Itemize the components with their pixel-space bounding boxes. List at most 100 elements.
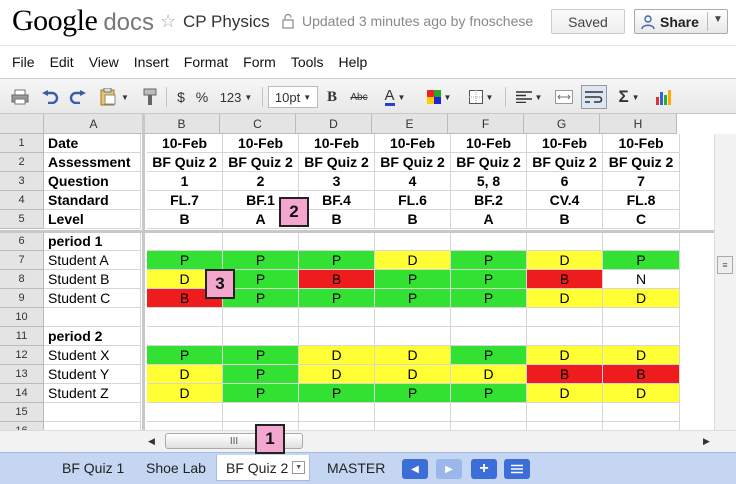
grade-cell[interactable]: P [451,346,527,365]
row-header-11[interactable]: 11 [0,327,44,346]
grade-cell[interactable]: D [375,251,451,270]
grade-cell[interactable] [451,327,527,346]
grade-cell[interactable]: P [375,270,451,289]
grade-cell[interactable]: D [603,346,680,365]
undo-icon[interactable] [38,79,62,115]
saved-button[interactable]: Saved [551,9,625,34]
row-header-12[interactable]: 12 [0,346,44,365]
row-label-cell[interactable]: Student A [44,251,141,270]
row-header-13[interactable]: 13 [0,365,44,384]
grade-cell[interactable]: D [375,365,451,384]
vertical-scrollbar[interactable] [714,134,736,430]
grade-cell[interactable] [527,232,603,251]
grade-cell[interactable]: B [299,210,375,229]
row-header-5[interactable]: 5 [0,210,44,229]
row-header-10[interactable]: 10 [0,308,44,327]
grade-cell[interactable]: D [527,289,603,308]
grade-cell[interactable]: BF Quiz 2 [299,153,375,172]
share-button[interactable]: Share ▼ [634,9,728,34]
grade-cell[interactable]: 10-Feb [147,134,223,153]
grade-cell[interactable]: BF Quiz 2 [147,153,223,172]
menu-tools[interactable]: Tools [291,54,324,70]
grade-cell[interactable]: P [223,365,299,384]
column-header-f[interactable]: F [448,114,524,134]
grade-cell[interactable]: BF Quiz 2 [451,153,527,172]
grade-cell[interactable] [527,403,603,422]
column-header-g[interactable]: G [524,114,600,134]
menu-view[interactable]: View [89,54,119,70]
grade-cell[interactable] [223,308,299,327]
grade-cell[interactable]: FL.8 [603,191,680,210]
row-header-15[interactable]: 15 [0,403,44,422]
grade-cell[interactable]: D [603,289,680,308]
grade-cell[interactable]: D [299,346,375,365]
grade-cell[interactable]: B [527,210,603,229]
row-label-cell[interactable]: Student Y [44,365,141,384]
grade-cell[interactable] [375,422,451,430]
fill-color-button[interactable]: ▼ [422,79,456,115]
row-label-cell[interactable]: period 2 [44,327,141,346]
tab-bf-quiz-2[interactable]: BF Quiz 2 ▼ [216,455,311,481]
row-header-8[interactable]: 8 [0,270,44,289]
row-label-cell[interactable]: Student B [44,270,141,289]
chart-icon[interactable] [652,79,676,115]
grade-cell[interactable]: P [223,346,299,365]
menu-file[interactable]: File [12,54,35,70]
grade-cell[interactable]: BF.2 [451,191,527,210]
row-header-3[interactable]: 3 [0,172,44,191]
google-docs-logo[interactable]: Google docs [12,4,154,38]
number-format-button[interactable]: 123 ▼ [216,79,256,115]
currency-button[interactable]: $ [172,79,190,115]
grade-cell[interactable]: P [451,289,527,308]
grade-cell[interactable] [223,403,299,422]
paint-format-icon[interactable] [138,79,162,115]
grade-cell[interactable]: B [375,210,451,229]
grade-cell[interactable]: 10-Feb [375,134,451,153]
row-header-14[interactable]: 14 [0,384,44,403]
row-label-cell[interactable]: period 1 [44,232,141,251]
column-header-h[interactable]: H [600,114,677,134]
grade-cell[interactable]: BF Quiz 2 [527,153,603,172]
grade-cell[interactable]: D [451,365,527,384]
grade-cell[interactable]: D [527,346,603,365]
font-size-select[interactable]: 10pt ▼ [268,86,318,108]
grade-cell[interactable] [603,403,680,422]
text-color-button[interactable]: A ▼ [378,79,412,115]
menu-edit[interactable]: Edit [50,54,74,70]
grade-cell[interactable]: D [147,384,223,403]
grade-cell[interactable] [603,232,680,251]
grade-cell[interactable] [223,232,299,251]
menu-insert[interactable]: Insert [134,54,169,70]
star-icon[interactable]: ☆ [160,11,176,32]
grade-cell[interactable]: P [451,384,527,403]
grade-cell[interactable] [603,308,680,327]
column-header-c[interactable]: C [220,114,296,134]
row-label-cell[interactable]: Date [44,134,141,153]
row-header-16[interactable]: 16 [0,422,44,430]
grade-cell[interactable]: D [299,365,375,384]
row-header-4[interactable]: 4 [0,191,44,210]
paste-format-icon[interactable]: ▼ [96,79,132,115]
grade-cell[interactable] [451,403,527,422]
grade-cell[interactable] [299,422,375,430]
grade-cell[interactable]: P [603,251,680,270]
grade-cell[interactable] [299,403,375,422]
wrap-text-button[interactable] [581,85,607,109]
row-label-cell[interactable]: Assessment [44,153,141,172]
horizontal-scrollbar[interactable] [0,430,736,452]
share-dropdown-icon[interactable]: ▼ [713,14,723,25]
align-button[interactable]: ▼ [512,79,546,115]
scroll-right-arrow-icon[interactable]: ▶ [703,436,710,447]
grade-cell[interactable]: BF Quiz 2 [223,153,299,172]
grade-cell[interactable]: P [147,346,223,365]
document-title[interactable]: CP Physics [183,12,270,32]
grade-cell[interactable]: P [223,251,299,270]
grade-cell[interactable]: 7 [603,172,680,191]
bold-button[interactable]: B [322,79,342,115]
grade-cell[interactable]: BF.4 [299,191,375,210]
grade-cell[interactable]: D [147,365,223,384]
grade-cell[interactable]: 10-Feb [527,134,603,153]
grade-cell[interactable]: CV.4 [527,191,603,210]
tab-bf-quiz-1[interactable]: BF Quiz 1 [53,455,133,481]
grade-cell[interactable] [527,422,603,430]
